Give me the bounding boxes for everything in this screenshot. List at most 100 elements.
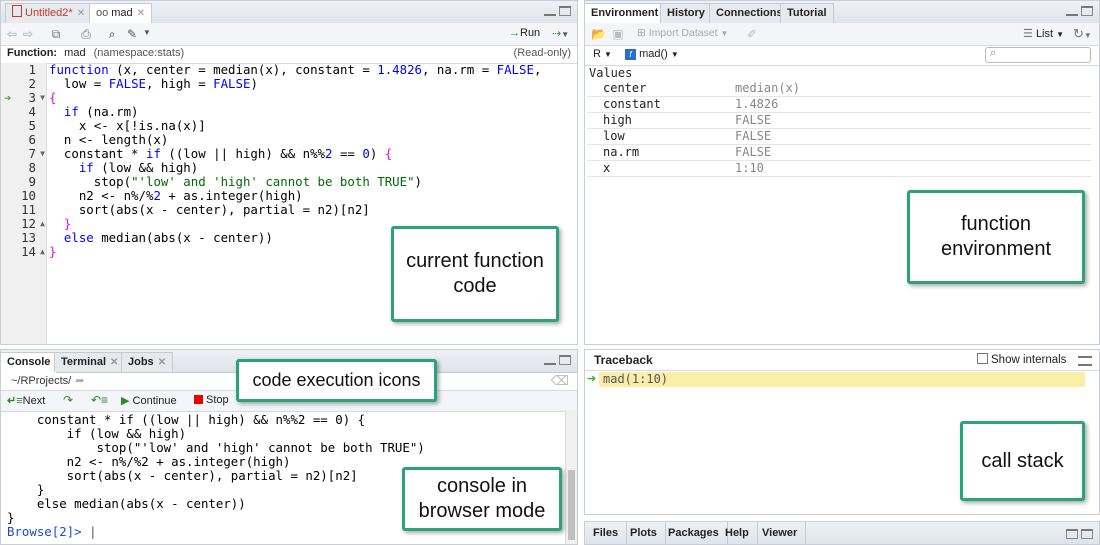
maximize-icon[interactable] <box>1081 6 1093 16</box>
console-line: n2 <- n%/%2 + as.integer(high) <box>7 454 291 469</box>
maximize-icon[interactable] <box>559 6 571 16</box>
tab-connections[interactable]: Connections <box>709 3 790 23</box>
save-icon[interactable]: ▣ <box>611 27 625 41</box>
tab-mad[interactable]: oo mad ✕ <box>89 3 153 24</box>
continue-icon: ▶ <box>121 395 130 407</box>
run-arrow-icon: → <box>509 27 520 39</box>
env-var-value: FALSE <box>735 145 772 159</box>
scrollbar-thumb[interactable] <box>568 470 575 540</box>
clear-console-icon[interactable]: ⌫ <box>551 372 569 390</box>
chevron-down-icon[interactable]: ▼ <box>143 28 151 37</box>
env-row[interactable]: high FALSE <box>587 113 1091 129</box>
back-icon[interactable]: ⇦ <box>5 27 19 41</box>
glasses-icon: oo <box>96 7 109 19</box>
broom-icon[interactable]: ✐ <box>745 27 759 41</box>
tab-terminal[interactable]: Terminal ✕ <box>54 352 126 372</box>
print-icon[interactable]: ⎙ <box>79 27 93 41</box>
line-number: 6 <box>28 132 36 147</box>
forward-icon[interactable]: ⇨ <box>21 27 35 41</box>
env-row[interactable]: constant 1.4826 <box>587 97 1091 113</box>
tab-files[interactable]: Files <box>585 522 628 544</box>
go-to-dir-icon[interactable]: ➦ <box>75 375 84 387</box>
tab-tutorial[interactable]: Tutorial <box>780 3 834 23</box>
line-number: 7 ▼ <box>28 146 45 161</box>
env-var-value: FALSE <box>735 129 772 143</box>
code-line: low = FALSE, high = FALSE) <box>49 76 258 91</box>
tab-untitled2[interactable]: Untitled2* ✕ <box>5 3 93 23</box>
minimize-icon[interactable] <box>1066 12 1078 16</box>
restore-icon[interactable] <box>1066 529 1078 539</box>
line-number: 13 <box>21 230 36 245</box>
maximize-icon[interactable] <box>1081 529 1093 539</box>
fold-icon: ▼ <box>40 149 45 158</box>
env-row[interactable]: x 1:10 <box>587 161 1091 177</box>
tab-jobs[interactable]: Jobs ✕ <box>121 352 174 372</box>
next-icon: ↵≡ <box>7 395 23 407</box>
tab-untitled2-label: Untitled2* <box>25 7 73 19</box>
env-var-name: high <box>603 113 632 127</box>
step-into-button[interactable]: ↷ <box>63 393 73 407</box>
maximize-icon[interactable] <box>559 355 571 365</box>
source-toolbar: ⇦ ⇨ ⧉ ⎙ ⌕ ✎ ▼ →Run ⇢▼ <box>1 23 577 46</box>
search-icon[interactable]: ⌕ <box>105 27 119 41</box>
language-select[interactable]: R ▼ <box>593 48 612 60</box>
list-label: List <box>1035 28 1054 40</box>
import-dataset-button[interactable]: ⊞ Import Dataset ▼ <box>637 27 728 39</box>
tab-packages-label: Packages <box>668 527 719 539</box>
show-in-window-icon[interactable]: ⧉ <box>49 27 63 41</box>
code-line: x <- x[!is.na(x)] <box>49 118 206 133</box>
show-internals-checkbox[interactable]: Show internals <box>977 350 1066 370</box>
close-icon[interactable]: ✕ <box>158 357 166 368</box>
environment-pane: Environment History Connections Tutorial… <box>584 0 1100 345</box>
function-icon: f <box>625 49 636 60</box>
tab-files-label: Files <box>593 527 619 539</box>
fold-icon: ▲ <box>40 247 45 256</box>
finish-button[interactable]: ↶≡ <box>91 393 108 407</box>
frame-label: mad(1:10) <box>603 372 669 386</box>
tab-environment[interactable]: Environment <box>585 3 666 24</box>
annotation-call-stack: call stack <box>960 421 1085 501</box>
tab-viewer[interactable]: Viewer <box>754 522 807 544</box>
tab-console-label: Console <box>7 356 51 368</box>
source-tabbar: Untitled2* ✕ oo mad ✕ <box>1 1 577 24</box>
tab-history[interactable]: History <box>660 3 712 23</box>
files-pane: Files Plots Packages Help Viewer <box>584 521 1100 545</box>
tab-console[interactable]: Console <box>1 352 58 373</box>
source-button[interactable]: ⇢▼ <box>552 27 569 40</box>
close-icon[interactable]: ✕ <box>110 357 118 368</box>
minimize-icon[interactable] <box>544 361 556 365</box>
annotation-text: console in browser mode <box>418 475 546 522</box>
close-icon[interactable]: ✕ <box>137 8 145 19</box>
next-button[interactable]: ↵≡Next <box>7 394 45 407</box>
minimize-icon[interactable] <box>544 12 556 16</box>
continue-button[interactable]: ▶ Continue <box>121 394 177 407</box>
code-line: n <- length(x) <box>49 132 169 147</box>
tab-history-label: History <box>667 7 705 19</box>
list-view-button[interactable]: ☰ List ▼ <box>1023 27 1064 40</box>
console-scrollbar[interactable] <box>565 410 577 544</box>
refresh-button[interactable]: ↻▼ <box>1073 26 1092 42</box>
import-label: Import Dataset <box>648 27 718 39</box>
tab-help[interactable]: Help <box>717 522 758 544</box>
console-line: stop("'low' and 'high' cannot be both TR… <box>7 440 425 455</box>
scope-select[interactable]: f mad() ▼ <box>625 48 679 60</box>
traceback-frame[interactable]: ➔ mad(1:10) <box>587 372 1085 387</box>
run-button[interactable]: →Run <box>509 27 540 39</box>
function-name: mad <box>64 47 86 59</box>
line-number: 14 ▲ <box>21 244 45 259</box>
open-icon[interactable]: 📂 <box>591 27 606 41</box>
code-line: function (x, center = median(x), constan… <box>49 62 542 77</box>
line-number: 2 <box>28 76 36 91</box>
minimize-icon[interactable] <box>1078 356 1092 366</box>
wand-icon[interactable]: ✎ <box>125 27 139 41</box>
env-row[interactable]: low FALSE <box>587 129 1091 145</box>
env-row[interactable]: center median(x) <box>587 81 1091 97</box>
close-icon[interactable]: ✕ <box>77 8 85 19</box>
tab-jobs-label: Jobs <box>128 356 154 368</box>
env-search-input[interactable]: ⌕ <box>985 47 1091 63</box>
env-row[interactable]: na.rm FALSE <box>587 145 1091 161</box>
stop-button[interactable]: Stop <box>194 394 229 406</box>
readonly-label: (Read-only) <box>513 47 571 59</box>
tab-viewer-label: Viewer <box>762 527 798 539</box>
console-line: } <box>7 510 15 525</box>
